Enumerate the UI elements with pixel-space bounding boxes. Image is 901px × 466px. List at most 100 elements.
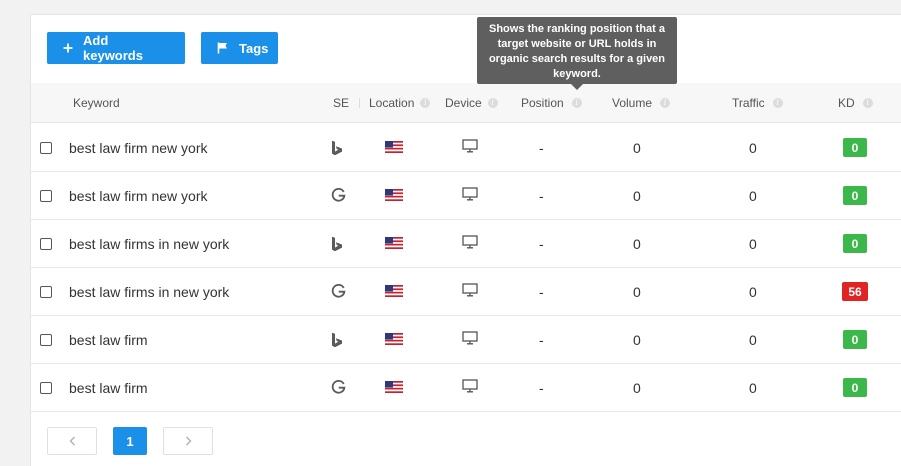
table-row: best law firm new york - 0 0 0 <box>31 172 901 220</box>
info-icon[interactable]: i <box>571 98 582 108</box>
column-se[interactable]: SE <box>333 83 361 123</box>
info-icon[interactable]: i <box>420 98 431 108</box>
row-checkbox-wrap <box>40 316 52 363</box>
table-header: Keyword SE Location i Device i Position … <box>31 83 901 123</box>
kd-badge: 0 <box>843 234 867 253</box>
column-keyword-label: Keyword <box>73 96 120 110</box>
keyword-cell: best law firms in new york <box>69 220 229 267</box>
add-keywords-button[interactable]: Add keywords <box>47 32 185 64</box>
traffic-cell: 0 <box>749 316 757 363</box>
us-flag-icon <box>385 284 403 300</box>
table-row: best law firms in new york <box>31 220 901 268</box>
add-keywords-label: Add keywords <box>83 33 143 63</box>
device-cell <box>462 172 478 219</box>
search-engine-google <box>331 268 346 315</box>
device-cell <box>462 316 478 363</box>
row-checkbox[interactable] <box>40 333 52 346</box>
position-cell: - <box>539 124 544 171</box>
previous-page-button[interactable] <box>47 427 97 455</box>
keyword-text: best law firm new york <box>69 187 208 204</box>
position-tooltip: Shows the ranking position that a target… <box>477 17 677 84</box>
column-device[interactable]: Device i <box>445 83 498 123</box>
volume-cell: 0 <box>633 220 641 267</box>
info-icon[interactable]: i <box>862 98 873 108</box>
traffic-value: 0 <box>749 235 757 252</box>
volume-cell: 0 <box>633 268 641 315</box>
google-icon <box>331 188 346 202</box>
position-cell: - <box>539 220 544 267</box>
column-position-label: Position <box>521 96 564 110</box>
traffic-cell: 0 <box>749 124 757 171</box>
position-cell: - <box>539 316 544 363</box>
bing-icon <box>332 140 342 155</box>
column-traffic[interactable]: Traffic i <box>732 83 783 123</box>
location-cell <box>385 268 403 315</box>
keyword-cell: best law firms in new york <box>69 268 229 315</box>
page-1-button[interactable]: 1 <box>113 427 147 455</box>
volume-value: 0 <box>633 283 641 300</box>
google-icon <box>331 380 346 394</box>
kd-badge: 56 <box>842 282 868 301</box>
next-page-button[interactable] <box>163 427 213 455</box>
search-engine-bing <box>331 220 343 267</box>
column-location[interactable]: Location i <box>369 83 431 123</box>
position-value: - <box>539 139 544 156</box>
plus-icon <box>63 43 73 53</box>
pagination: 1 <box>47 427 213 455</box>
desktop-icon <box>462 235 478 252</box>
keyword-cell: best law firm <box>69 316 148 363</box>
chevron-right-icon <box>185 436 191 446</box>
traffic-value: 0 <box>749 187 757 204</box>
us-flag-icon <box>385 236 403 252</box>
search-engine-bing <box>331 316 343 363</box>
location-cell <box>385 220 403 267</box>
traffic-value: 0 <box>749 283 757 300</box>
volume-value: 0 <box>633 379 641 396</box>
volume-value: 0 <box>633 331 641 348</box>
desktop-icon <box>462 379 478 396</box>
row-checkbox[interactable] <box>40 141 52 154</box>
desktop-icon <box>462 283 478 300</box>
table-row: best law firm new york - 0 0 0 <box>31 124 901 172</box>
device-cell <box>462 124 478 171</box>
kd-badge: 0 <box>843 186 867 205</box>
kd-cell: 56 <box>840 268 870 315</box>
traffic-cell: 0 <box>749 364 757 411</box>
kd-badge: 0 <box>843 138 867 157</box>
us-flag-icon <box>385 380 403 396</box>
info-icon[interactable]: i <box>660 98 671 108</box>
location-cell <box>385 124 403 171</box>
info-icon[interactable]: i <box>772 98 783 108</box>
table-row: best law firm - 0 0 0 <box>31 316 901 364</box>
traffic-cell: 0 <box>749 220 757 267</box>
column-volume[interactable]: Volume i <box>612 83 671 123</box>
row-checkbox[interactable] <box>40 189 52 202</box>
position-value: - <box>539 235 544 252</box>
volume-cell: 0 <box>633 124 641 171</box>
row-checkbox-wrap <box>40 364 52 411</box>
keyword-text: best law firms in new york <box>69 283 230 300</box>
device-cell <box>462 268 478 315</box>
column-se-label: SE <box>333 96 350 110</box>
keyword-text: best law firm new york <box>69 139 208 156</box>
keywords-panel: Add keywords Tags Keyword SE Location i … <box>30 14 901 466</box>
tags-button[interactable]: Tags <box>201 32 278 64</box>
volume-value: 0 <box>633 187 641 204</box>
keyword-text: best law firm <box>69 331 148 348</box>
keyword-text: best law firms in new york <box>69 235 230 252</box>
column-keyword[interactable]: Keyword <box>73 83 120 123</box>
kd-cell: 0 <box>840 124 870 171</box>
column-kd[interactable]: KD i <box>838 83 873 123</box>
row-checkbox-wrap <box>40 124 52 171</box>
traffic-cell: 0 <box>749 172 757 219</box>
row-checkbox[interactable] <box>40 237 52 250</box>
row-checkbox[interactable] <box>40 381 52 394</box>
row-checkbox[interactable] <box>40 285 52 298</box>
device-cell <box>462 364 478 411</box>
location-cell <box>385 172 403 219</box>
column-volume-label: Volume <box>612 96 653 110</box>
column-kd-label: KD <box>838 96 855 110</box>
position-cell: - <box>539 268 544 315</box>
info-icon[interactable]: i <box>487 98 498 108</box>
traffic-value: 0 <box>749 331 757 348</box>
